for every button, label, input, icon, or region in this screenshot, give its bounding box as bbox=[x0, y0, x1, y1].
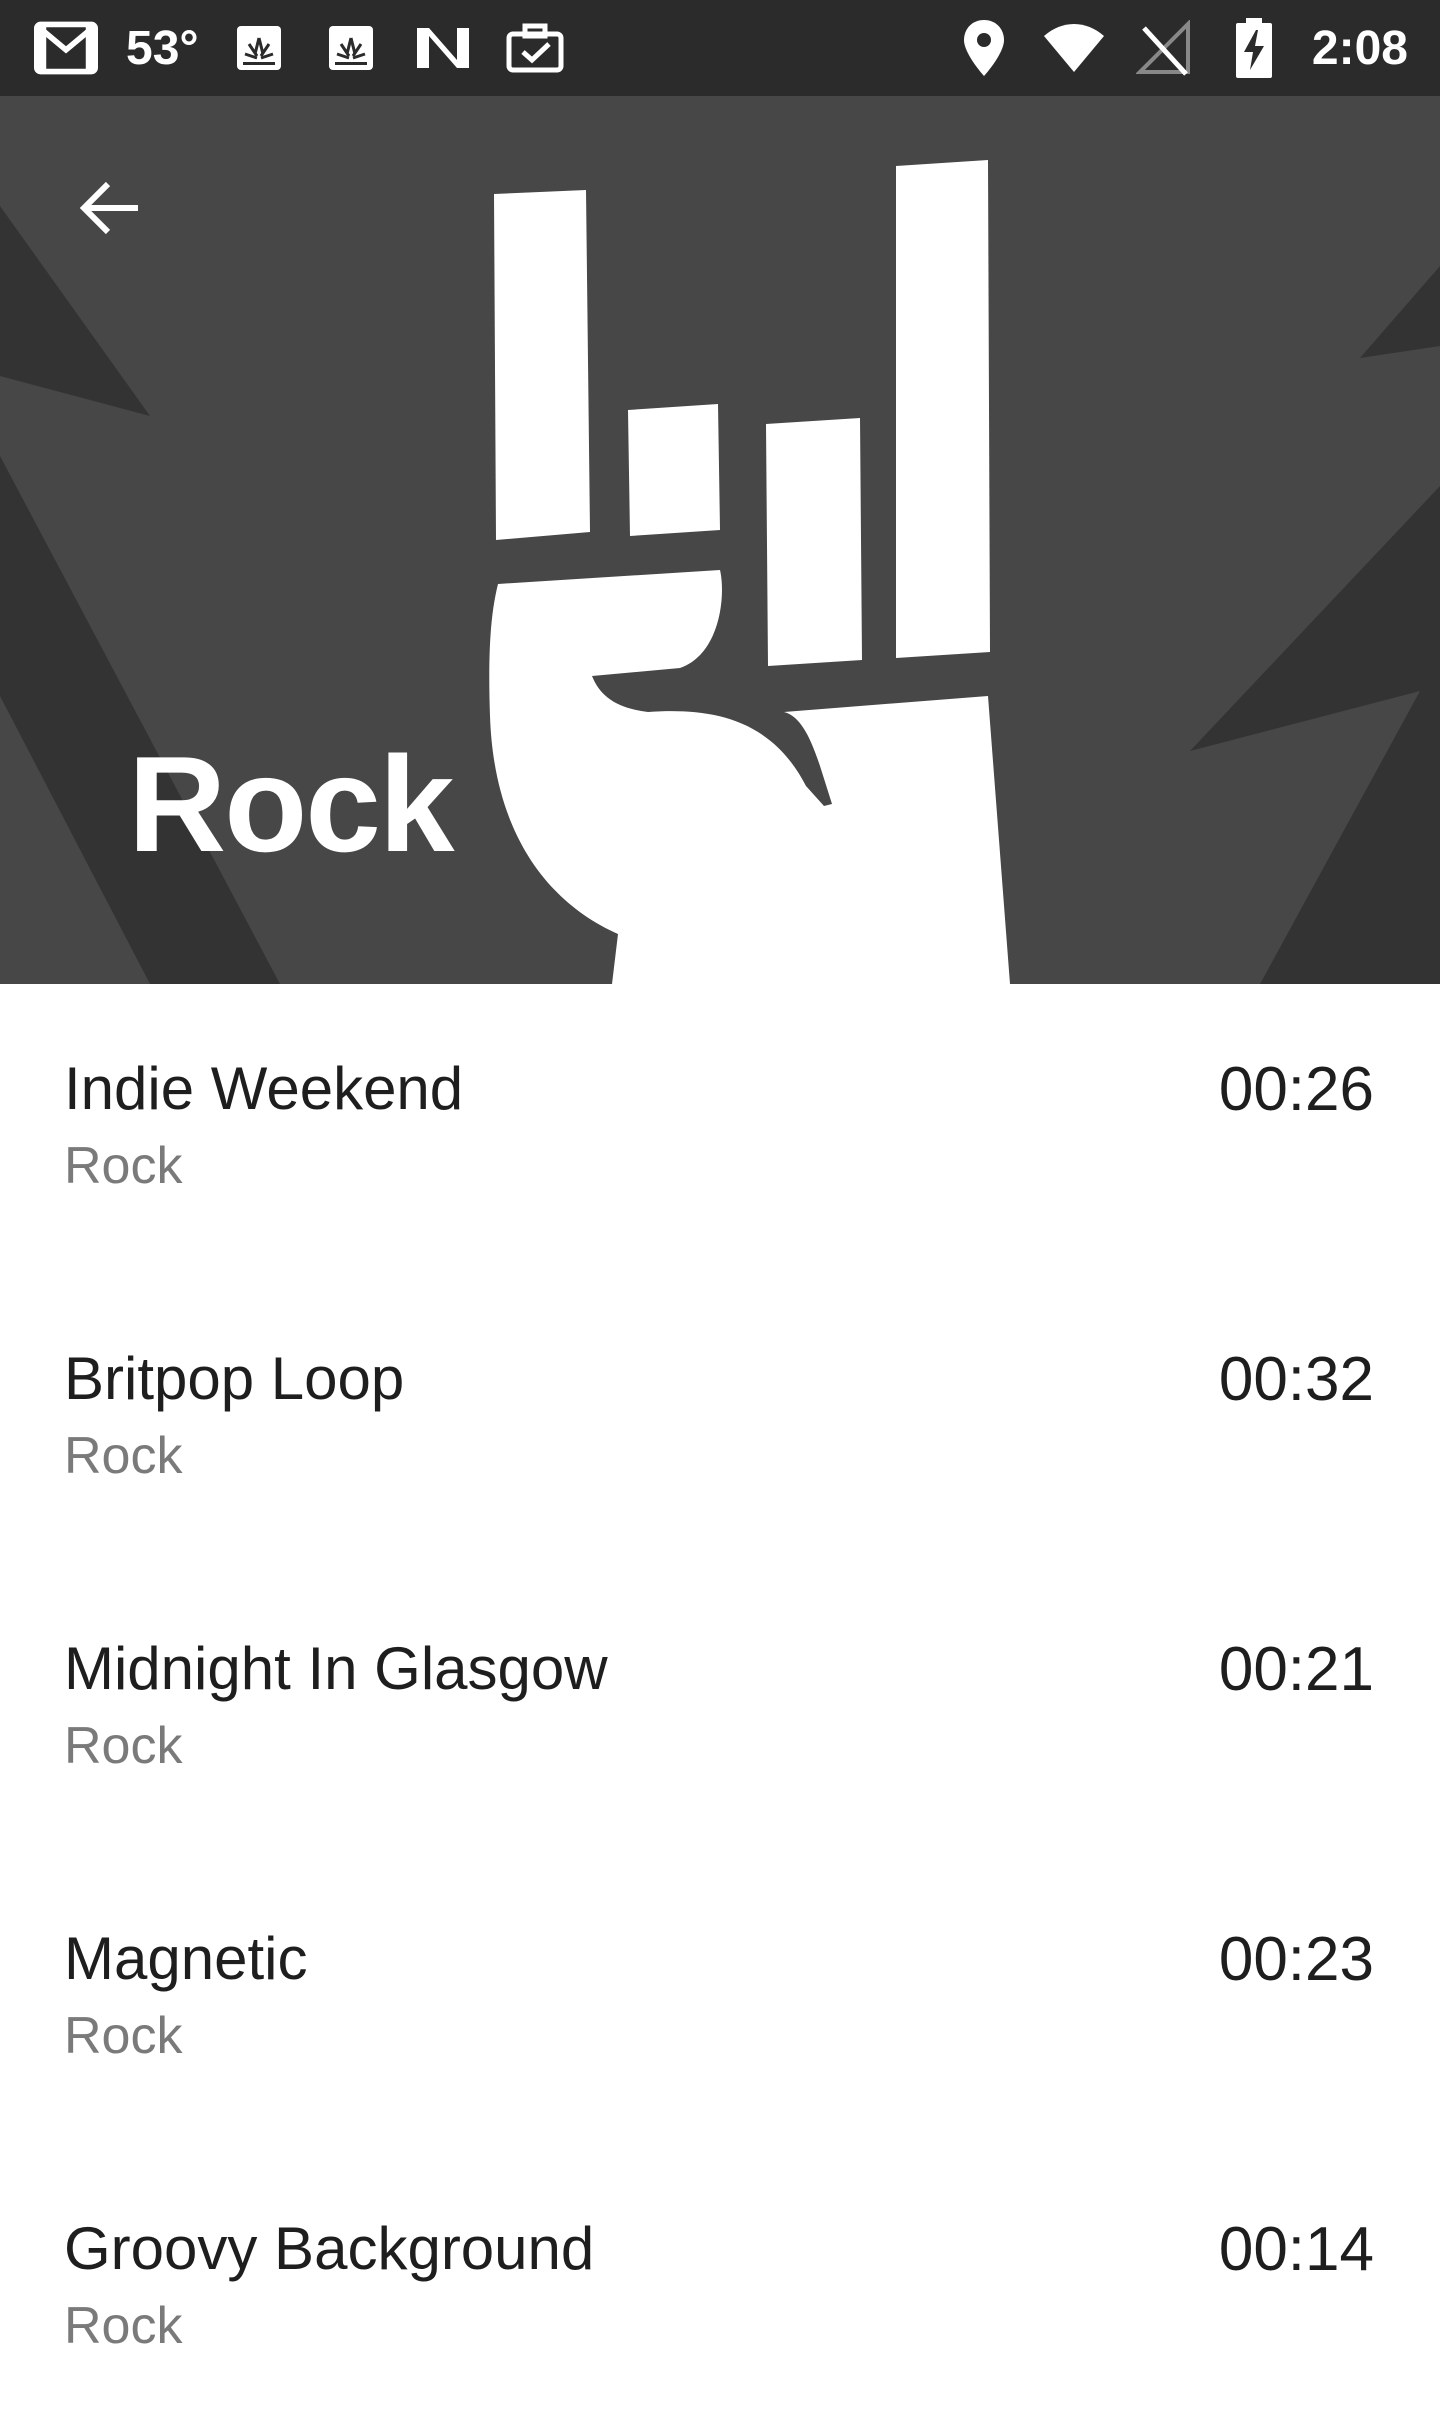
track-genre: Rock bbox=[64, 1427, 183, 1485]
rock-hand-icon bbox=[489, 160, 1010, 984]
track-duration: 00:32 bbox=[1218, 1345, 1374, 1414]
wifi-icon bbox=[1042, 16, 1106, 80]
page-title: Rock bbox=[128, 728, 455, 880]
track-duration: 00:23 bbox=[1218, 1925, 1374, 1994]
track-genre: Rock bbox=[64, 2297, 183, 2355]
clock-text: 2:08 bbox=[1311, 21, 1408, 75]
track-genre: Rock bbox=[64, 2007, 183, 2065]
huawei-icon bbox=[227, 16, 291, 80]
track-genre: Rock bbox=[64, 1717, 183, 1775]
track-list: Indie Weekend Rock 00:26 Britpop Loop Ro… bbox=[0, 984, 1440, 2434]
track-item[interactable]: Britpop Loop Rock 00:32 bbox=[0, 1274, 1440, 1564]
track-title: Groovy Background bbox=[64, 2215, 595, 2282]
arrow-back-icon bbox=[79, 181, 138, 235]
status-bar-left: 53° bbox=[34, 0, 567, 96]
huawei-icon bbox=[319, 16, 383, 80]
back-button[interactable] bbox=[62, 160, 158, 256]
temperature-text: 53° bbox=[126, 21, 199, 75]
gmail-icon bbox=[34, 16, 98, 80]
no-signal-icon bbox=[1132, 16, 1196, 80]
n-logo-icon bbox=[411, 16, 475, 80]
track-item[interactable]: Magnetic Rock 00:23 bbox=[0, 1854, 1440, 2144]
genre-header: Rock bbox=[0, 96, 1440, 984]
track-duration: 00:21 bbox=[1218, 1635, 1374, 1704]
briefcase-check-icon bbox=[503, 16, 567, 80]
track-item[interactable]: Midnight In Glasgow Rock 00:21 bbox=[0, 1564, 1440, 1854]
track-duration: 00:26 bbox=[1218, 1055, 1374, 1124]
track-genre: Rock bbox=[64, 1137, 183, 1195]
status-bar: 53° 2:08 bbox=[0, 0, 1440, 96]
track-title: Indie Weekend bbox=[64, 1055, 464, 1122]
location-icon bbox=[952, 16, 1016, 80]
battery-charging-icon bbox=[1222, 16, 1286, 80]
track-title: Britpop Loop bbox=[64, 1345, 405, 1412]
track-title: Midnight In Glasgow bbox=[64, 1635, 608, 1702]
track-title: Magnetic bbox=[64, 1925, 308, 1992]
track-item[interactable]: Groovy Background Rock 00:14 bbox=[0, 2144, 1440, 2434]
track-item[interactable]: Indie Weekend Rock 00:26 bbox=[0, 984, 1440, 1274]
track-duration: 00:14 bbox=[1218, 2215, 1374, 2284]
status-bar-right: 2:08 bbox=[952, 0, 1408, 96]
